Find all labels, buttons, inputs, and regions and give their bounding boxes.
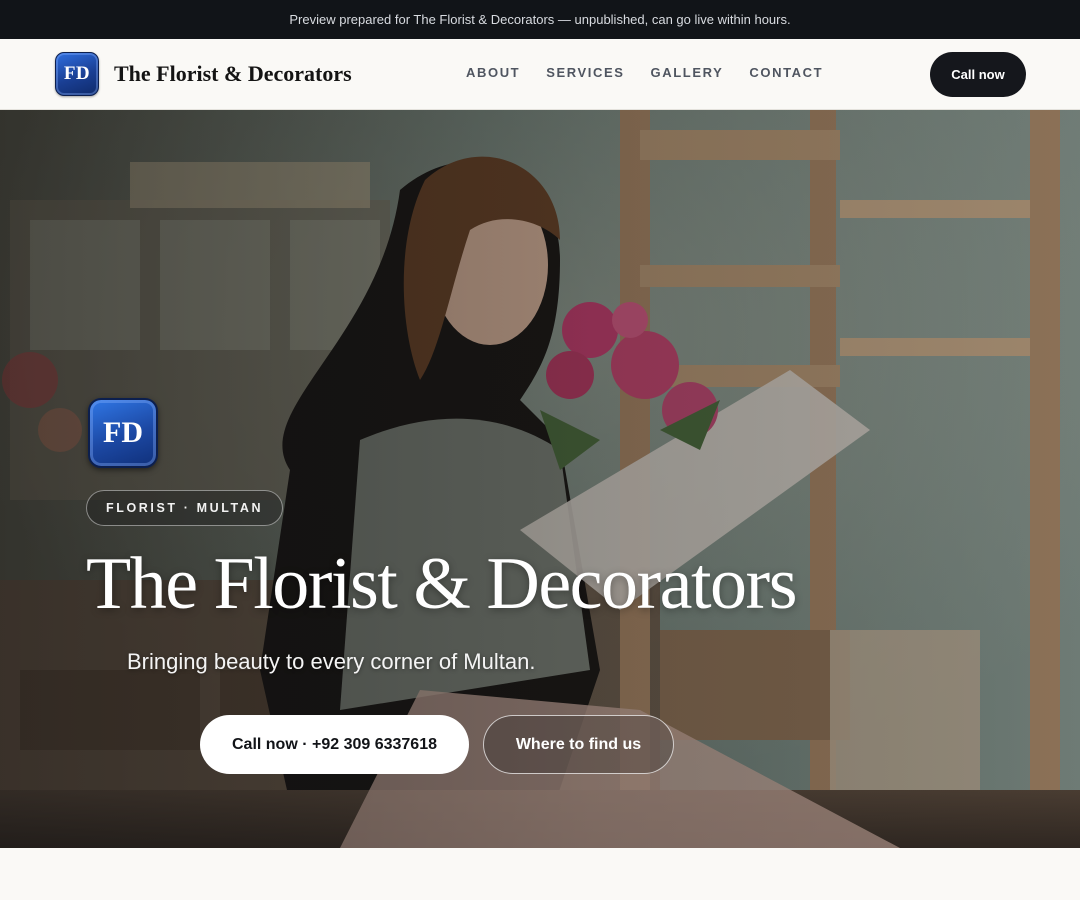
header-call-button[interactable]: Call now xyxy=(930,52,1026,97)
preview-banner-text: Preview prepared for The Florist & Decor… xyxy=(289,12,791,27)
nav-link-contact[interactable]: CONTACT xyxy=(749,65,823,80)
hero-category-tag: FLORIST · MULTAN xyxy=(86,490,284,526)
brand[interactable]: FD The Florist & Decorators xyxy=(55,52,352,96)
nav-link-services[interactable]: SERVICES xyxy=(546,65,624,80)
hero-logo-icon: FD xyxy=(88,398,158,468)
hero-directions-button[interactable]: Where to find us xyxy=(483,715,674,774)
preview-banner: Preview prepared for The Florist & Decor… xyxy=(0,0,1080,39)
hero-call-button[interactable]: Call now · +92 309 6337618 xyxy=(200,715,469,774)
brand-logo-icon: FD xyxy=(55,52,99,96)
nav-link-about[interactable]: ABOUT xyxy=(466,65,520,80)
hero-subtitle: Bringing beauty to every corner of Multa… xyxy=(127,649,536,674)
hero-title: The Florist & Decorators xyxy=(86,543,798,625)
main-nav: ABOUT SERVICES GALLERY CONTACT xyxy=(466,65,849,80)
nav-link-gallery[interactable]: GALLERY xyxy=(651,65,724,80)
hero-section: FD FLORIST · MULTAN The Florist & Decora… xyxy=(0,110,1080,848)
brand-name: The Florist & Decorators xyxy=(114,61,352,86)
site-header: FD The Florist & Decorators ABOUT SERVIC… xyxy=(0,39,1080,110)
